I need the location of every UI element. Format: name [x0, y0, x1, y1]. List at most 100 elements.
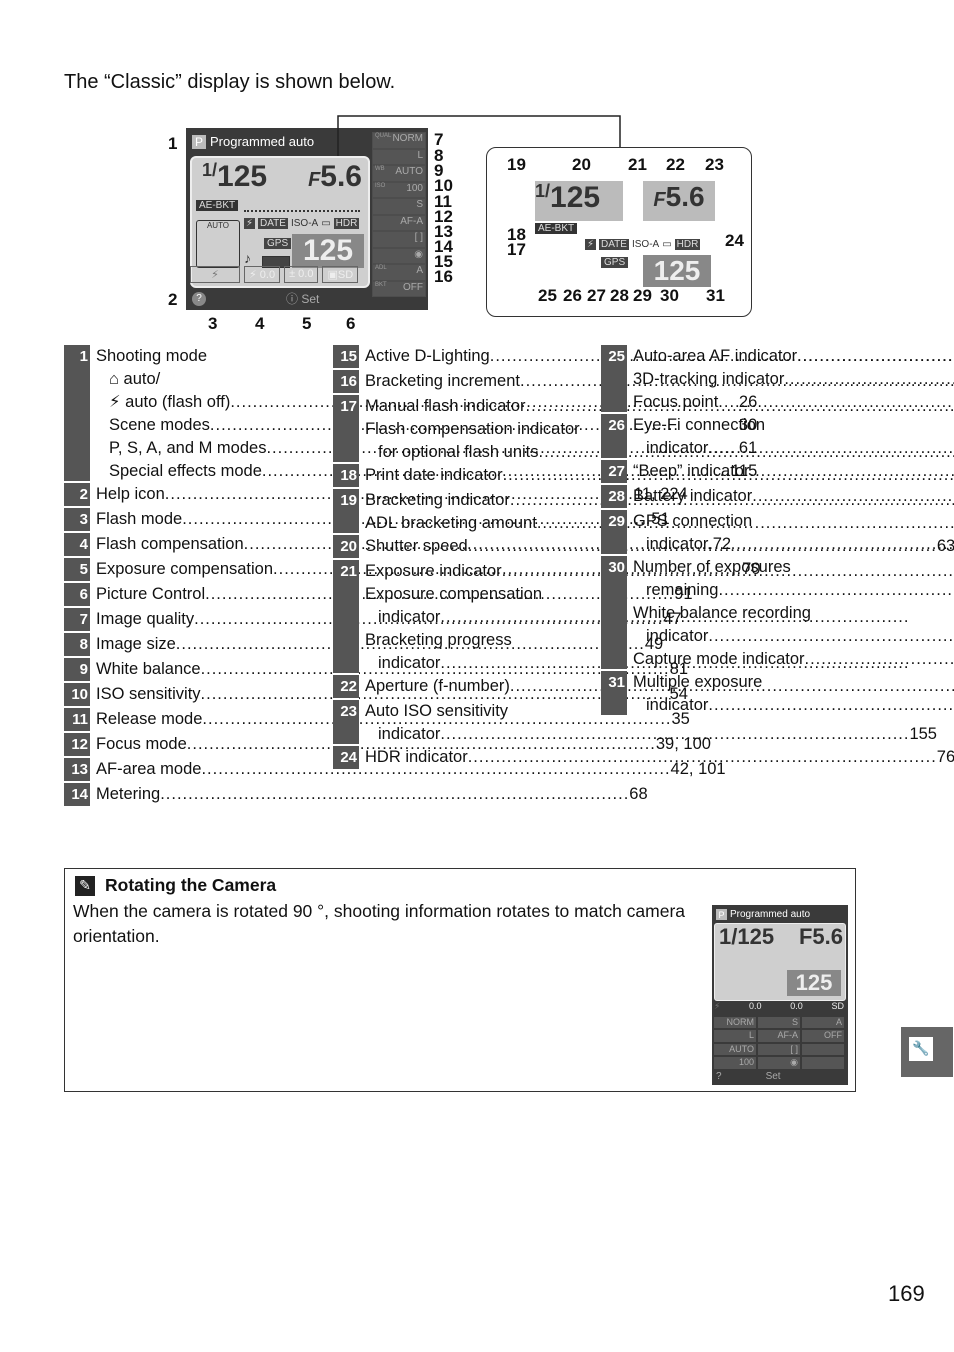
legend-entry: 9White balance81	[64, 658, 688, 683]
vertical-mode: P Programmed auto	[716, 909, 810, 920]
callout-number: 26	[563, 286, 582, 305]
legend-entry: 14 Metering 68	[64, 783, 648, 808]
legend-line: GPS connection	[633, 510, 954, 533]
callout-number: 30	[660, 286, 679, 305]
detail-indicators: AE-BKT ⚡ DATE ISO-A ▭ HDR GPS 125	[535, 221, 715, 287]
tip-heading: ✎ Rotating the Camera	[75, 875, 276, 896]
page-ref: 68	[629, 785, 648, 803]
legend-entry: 28Battery indicator25	[601, 485, 857, 510]
vertical-settings-grid: NORM S A L AF-A OFF AUTO[ ] 100 ◉	[714, 1017, 844, 1069]
legend-text: Manual flash indicator	[365, 397, 526, 415]
vertical-grid-cell	[802, 1043, 844, 1055]
detail-date: DATE	[599, 239, 629, 250]
legend-entry: 11Release mode35	[64, 708, 690, 733]
legend-line: indicator174	[633, 533, 954, 556]
legend-line: indicator 155	[365, 723, 937, 746]
legend-text: Help icon	[96, 485, 165, 503]
legend-line: indicator85	[633, 625, 954, 648]
vertical-grid-cell: AF-A	[758, 1030, 800, 1042]
detail-ae-bkt: AE-BKT	[535, 223, 578, 234]
legend-entry: 7Image quality47	[64, 608, 682, 633]
legend-line: 3D-tracking indicator42	[633, 368, 954, 391]
vertical-grid-cell: 100	[714, 1056, 756, 1069]
leader-dots	[708, 437, 954, 460]
page-ref: 155	[909, 725, 937, 743]
legend-entry: 31Multiple exposureindicator79	[601, 671, 857, 717]
leader-dots	[718, 579, 954, 602]
legend-text: remaining	[646, 581, 719, 599]
legend-line: remaining25	[633, 579, 954, 602]
legend-text: indicator	[378, 654, 441, 672]
vertical-display-screen: P Programmed auto 1/125 F5.6 125 ⚡ 0.0 0.…	[712, 905, 848, 1085]
legend-text: Capture mode indicator	[633, 650, 805, 668]
legend-entry: 5Exposure compensation70	[64, 558, 760, 583]
legend-text: Flash compensation indicator	[365, 420, 580, 438]
leader-dots	[718, 391, 954, 414]
callout-number: 20	[572, 155, 591, 174]
vertical-mode-letter: P	[716, 909, 727, 920]
legend-text: Release mode	[96, 710, 203, 728]
legend-entry: 19Bracketing indicator89ADL bracketing a…	[333, 489, 589, 535]
detail-hdr: HDR	[674, 239, 701, 250]
legend-line: White balance recording	[633, 602, 954, 625]
leader-dots	[805, 648, 954, 671]
legend-number: 6	[64, 583, 90, 608]
legend-text: Bracketing increment	[365, 372, 520, 390]
legend-number: 18	[333, 464, 359, 489]
legend-text: for optional flash units	[378, 443, 539, 461]
vertical-flash-mode: ⚡	[714, 1001, 721, 1011]
legend-entry: 4Flash compensation72	[64, 533, 731, 558]
vertical-set-label: Set	[765, 1071, 781, 1082]
legend-text: ADL bracketing amount	[365, 514, 537, 532]
callout-number: 23	[705, 155, 724, 174]
legend-text: Picture Control	[96, 585, 206, 603]
legend-number: 9	[64, 658, 90, 683]
legend-number: 29	[601, 510, 627, 556]
detail-flash-icon: ⚡	[585, 239, 597, 250]
tip-body: When the camera is rotated 90 °, shootin…	[73, 901, 686, 946]
legend-number: 15	[333, 345, 359, 370]
legend-text: Image size	[96, 635, 176, 653]
legend-entry: 1 Shooting mode ⌂ auto/ ⚡ auto (flash off) 2…	[64, 345, 757, 483]
legend-text: Image quality	[96, 610, 195, 628]
legend-text: ⌂ auto/	[109, 370, 161, 388]
legend-number: 4	[64, 533, 90, 558]
legend-text: indicator	[378, 608, 441, 626]
legend-line: Capture mode indicator138	[633, 648, 954, 671]
legend-entry: 20Shutter speed63, 65	[333, 535, 954, 560]
legend-entry: 25Auto-area AF indicator423D-tracking in…	[601, 345, 857, 414]
legend-text: indicator	[646, 535, 709, 553]
legend-number: 24	[333, 746, 359, 771]
vertical-flash-comp: 0.0	[749, 1001, 762, 1011]
legend-number: 21	[333, 560, 359, 675]
legend-text: Shutter speed	[365, 537, 468, 555]
legend-number: 26	[601, 414, 627, 460]
legend-text: Print date indicator	[365, 466, 503, 484]
legend-line: Multiple exposure	[633, 671, 954, 694]
legend-text: P, S, A, and M modes	[109, 439, 267, 457]
legend-text: Bracketing indicator	[365, 491, 510, 509]
leader-dots	[752, 485, 954, 508]
legend-number: 16	[333, 370, 359, 395]
wrench-setup-icon: 🔧	[909, 1037, 933, 1061]
callout-number: 28	[610, 286, 629, 305]
vertical-mode-name: Programmed auto	[730, 909, 811, 920]
legend-number: 7	[64, 608, 90, 633]
vertical-exp-comp: 0.0	[790, 1001, 803, 1011]
legend-number: 1	[64, 345, 90, 483]
legend-entry: 30Number of exposuresremaining25White ba…	[601, 556, 857, 671]
tip-box: ✎ Rotating the Camera When the camera is…	[64, 868, 856, 1092]
legend-number: 10	[64, 683, 90, 708]
legend-number: 3	[64, 508, 90, 533]
legend-text: Aperture (f-number)	[365, 677, 510, 695]
legend-number: 11	[64, 708, 90, 733]
vertical-grid-cell: L	[714, 1030, 756, 1042]
detail-multi-icon: ▭	[662, 239, 672, 250]
leader-dots	[440, 723, 909, 746]
legend-entry: 17Manual flash indicator164Flash compens…	[333, 395, 589, 464]
legend-number: 19	[333, 489, 359, 535]
legend-text: ISO sensitivity	[96, 685, 201, 703]
legend-text: Flash compensation	[96, 535, 244, 553]
legend-text: Exposure indicator	[365, 562, 502, 580]
legend-number: 13	[64, 758, 90, 783]
